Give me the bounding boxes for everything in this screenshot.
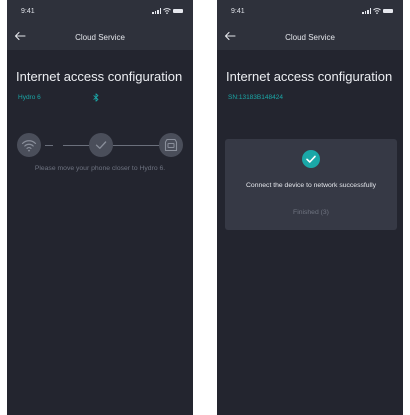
signal-icon <box>152 8 161 14</box>
bluetooth-icon <box>93 93 99 102</box>
wifi-icon <box>373 8 381 14</box>
step-connector <box>63 144 89 146</box>
result-card: Connect the device to network successful… <box>225 139 397 230</box>
step-connector <box>113 144 159 146</box>
nav-bar: Cloud Service <box>7 22 193 50</box>
hint-text: Please move your phone closer to Hydro 6… <box>34 165 166 172</box>
serial-number: SN:13183B148424 <box>228 94 283 101</box>
left-phone-screen: 9:41 Cloud Service Internet access confi… <box>7 0 193 415</box>
nav-title: Cloud Service <box>75 33 125 42</box>
status-bar: 9:41 <box>7 0 193 22</box>
finished-button[interactable]: Finished (3) <box>265 206 357 220</box>
wifi-icon <box>21 140 37 152</box>
battery-icon <box>383 9 393 13</box>
wifi-icon <box>163 8 171 14</box>
success-check-icon <box>302 150 320 168</box>
success-message: Connect the device to network successful… <box>246 182 376 189</box>
nav-bar: Cloud Service <box>217 22 403 50</box>
step-connector <box>45 144 53 146</box>
device-icon <box>164 138 178 152</box>
nav-title: Cloud Service <box>285 33 335 42</box>
progress-steps <box>17 133 183 157</box>
step-wifi <box>17 133 41 157</box>
right-phone-screen: 9:41 Cloud Service Internet access confi… <box>217 0 403 415</box>
status-icons <box>362 8 393 14</box>
check-icon <box>95 141 107 149</box>
status-time: 9:41 <box>21 8 35 15</box>
signal-icon <box>362 8 371 14</box>
battery-icon <box>173 9 183 13</box>
page-heading: Internet access configuration <box>226 69 393 84</box>
status-time: 9:41 <box>231 8 245 15</box>
step-check <box>89 133 113 157</box>
page-heading: Internet access configuration <box>16 69 183 84</box>
step-device <box>159 133 183 157</box>
status-bar: 9:41 <box>217 0 403 22</box>
status-icons <box>152 8 183 14</box>
device-name: Hydro 6 <box>18 94 41 101</box>
